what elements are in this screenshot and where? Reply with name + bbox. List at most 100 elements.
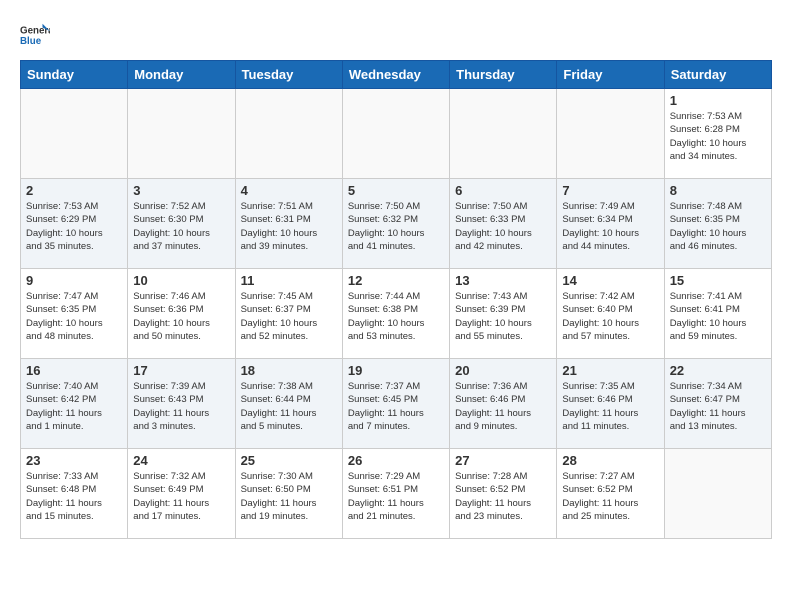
day-info: Sunrise: 7:52 AM Sunset: 6:30 PM Dayligh… — [133, 200, 229, 253]
calendar-cell: 5 Sunrise: 7:50 AM Sunset: 6:32 PM Daylig… — [342, 179, 449, 269]
day-info: Sunrise: 7:46 AM Sunset: 6:36 PM Dayligh… — [133, 290, 229, 343]
calendar-cell: 23 Sunrise: 7:33 AM Sunset: 6:48 PM Dayli… — [21, 449, 128, 539]
day-number: 6 — [455, 183, 551, 198]
day-info: Sunrise: 7:45 AM Sunset: 6:37 PM Dayligh… — [241, 290, 337, 343]
calendar-cell — [450, 89, 557, 179]
weekday-header-sunday: Sunday — [21, 61, 128, 89]
calendar-cell: 26Sunrise: 7:29 AM Sunset: 6:51 PM Dayli… — [342, 449, 449, 539]
calendar-cell: 17 Sunrise: 7:39 AM Sunset: 6:43 PM Dayli… — [128, 359, 235, 449]
calendar-cell: 11Sunrise: 7:45 AM Sunset: 6:37 PM Dayli… — [235, 269, 342, 359]
day-info: Sunrise: 7:37 AM Sunset: 6:45 PM Dayligh… — [348, 380, 444, 433]
day-number: 9 — [26, 273, 122, 288]
calendar-cell: 12 Sunrise: 7:44 AM Sunset: 6:38 PM Dayli… — [342, 269, 449, 359]
calendar-cell: 20 Sunrise: 7:36 AM Sunset: 6:46 PM Dayli… — [450, 359, 557, 449]
day-number: 25 — [241, 453, 337, 468]
day-info: Sunrise: 7:30 AM Sunset: 6:50 PM Dayligh… — [241, 470, 337, 523]
week-row-4: 16 Sunrise: 7:40 AM Sunset: 6:42 PM Dayli… — [21, 359, 772, 449]
weekday-header-wednesday: Wednesday — [342, 61, 449, 89]
calendar-cell: 14Sunrise: 7:42 AM Sunset: 6:40 PM Dayli… — [557, 269, 664, 359]
day-info: Sunrise: 7:49 AM Sunset: 6:34 PM Dayligh… — [562, 200, 658, 253]
day-number: 21 — [562, 363, 658, 378]
calendar-cell: 16 Sunrise: 7:40 AM Sunset: 6:42 PM Dayli… — [21, 359, 128, 449]
calendar-cell: 6 Sunrise: 7:50 AM Sunset: 6:33 PM Daylig… — [450, 179, 557, 269]
calendar-cell: 3 Sunrise: 7:52 AM Sunset: 6:30 PM Daylig… — [128, 179, 235, 269]
day-number: 23 — [26, 453, 122, 468]
day-number: 3 — [133, 183, 229, 198]
svg-text:Blue: Blue — [20, 36, 42, 47]
weekday-header-tuesday: Tuesday — [235, 61, 342, 89]
calendar-cell: 10Sunrise: 7:46 AM Sunset: 6:36 PM Dayli… — [128, 269, 235, 359]
calendar-cell: 18 Sunrise: 7:38 AM Sunset: 6:44 PM Dayli… — [235, 359, 342, 449]
calendar-cell — [664, 449, 771, 539]
day-info: Sunrise: 7:40 AM Sunset: 6:42 PM Dayligh… — [26, 380, 122, 433]
day-info: Sunrise: 7:51 AM Sunset: 6:31 PM Dayligh… — [241, 200, 337, 253]
weekday-header-thursday: Thursday — [450, 61, 557, 89]
day-number: 15 — [670, 273, 766, 288]
day-info: Sunrise: 7:39 AM Sunset: 6:43 PM Dayligh… — [133, 380, 229, 433]
day-info: Sunrise: 7:44 AM Sunset: 6:38 PM Dayligh… — [348, 290, 444, 343]
week-row-1: 1Sunrise: 7:53 AM Sunset: 6:28 PM Daylig… — [21, 89, 772, 179]
calendar-cell: 25 Sunrise: 7:30 AM Sunset: 6:50 PM Dayli… — [235, 449, 342, 539]
calendar-cell — [235, 89, 342, 179]
calendar-cell: 4Sunrise: 7:51 AM Sunset: 6:31 PM Daylig… — [235, 179, 342, 269]
day-info: Sunrise: 7:41 AM Sunset: 6:41 PM Dayligh… — [670, 290, 766, 343]
calendar-cell: 13 Sunrise: 7:43 AM Sunset: 6:39 PM Dayli… — [450, 269, 557, 359]
day-number: 8 — [670, 183, 766, 198]
day-info: Sunrise: 7:38 AM Sunset: 6:44 PM Dayligh… — [241, 380, 337, 433]
calendar-cell: 8 Sunrise: 7:48 AM Sunset: 6:35 PM Daylig… — [664, 179, 771, 269]
logo: General Blue — [20, 20, 50, 50]
day-info: Sunrise: 7:53 AM Sunset: 6:29 PM Dayligh… — [26, 200, 122, 253]
calendar-cell: 9 Sunrise: 7:47 AM Sunset: 6:35 PM Daylig… — [21, 269, 128, 359]
day-info: Sunrise: 7:53 AM Sunset: 6:28 PM Dayligh… — [670, 110, 766, 163]
day-info: Sunrise: 7:48 AM Sunset: 6:35 PM Dayligh… — [670, 200, 766, 253]
day-number: 12 — [348, 273, 444, 288]
day-number: 7 — [562, 183, 658, 198]
calendar-cell: 22 Sunrise: 7:34 AM Sunset: 6:47 PM Dayli… — [664, 359, 771, 449]
week-row-2: 2 Sunrise: 7:53 AM Sunset: 6:29 PM Daylig… — [21, 179, 772, 269]
day-info: Sunrise: 7:34 AM Sunset: 6:47 PM Dayligh… — [670, 380, 766, 433]
day-info: Sunrise: 7:43 AM Sunset: 6:39 PM Dayligh… — [455, 290, 551, 343]
day-number: 22 — [670, 363, 766, 378]
day-number: 14 — [562, 273, 658, 288]
page-header: General Blue — [20, 20, 772, 50]
calendar-cell — [21, 89, 128, 179]
calendar-cell: 1Sunrise: 7:53 AM Sunset: 6:28 PM Daylig… — [664, 89, 771, 179]
day-number: 17 — [133, 363, 229, 378]
day-number: 20 — [455, 363, 551, 378]
calendar-cell: 2 Sunrise: 7:53 AM Sunset: 6:29 PM Daylig… — [21, 179, 128, 269]
day-info: Sunrise: 7:36 AM Sunset: 6:46 PM Dayligh… — [455, 380, 551, 433]
day-number: 27 — [455, 453, 551, 468]
day-number: 13 — [455, 273, 551, 288]
calendar-cell: 19 Sunrise: 7:37 AM Sunset: 6:45 PM Dayli… — [342, 359, 449, 449]
calendar-cell: 24 Sunrise: 7:32 AM Sunset: 6:49 PM Dayli… — [128, 449, 235, 539]
day-number: 19 — [348, 363, 444, 378]
day-info: Sunrise: 7:27 AM Sunset: 6:52 PM Dayligh… — [562, 470, 658, 523]
day-info: Sunrise: 7:32 AM Sunset: 6:49 PM Dayligh… — [133, 470, 229, 523]
calendar-cell — [342, 89, 449, 179]
calendar-cell: 15 Sunrise: 7:41 AM Sunset: 6:41 PM Dayli… — [664, 269, 771, 359]
weekday-header-monday: Monday — [128, 61, 235, 89]
weekday-header-saturday: Saturday — [664, 61, 771, 89]
weekday-header-friday: Friday — [557, 61, 664, 89]
day-info: Sunrise: 7:50 AM Sunset: 6:33 PM Dayligh… — [455, 200, 551, 253]
calendar-cell: 21Sunrise: 7:35 AM Sunset: 6:46 PM Dayli… — [557, 359, 664, 449]
weekday-header-row: SundayMondayTuesdayWednesdayThursdayFrid… — [21, 61, 772, 89]
day-info: Sunrise: 7:29 AM Sunset: 6:51 PM Dayligh… — [348, 470, 444, 523]
day-number: 16 — [26, 363, 122, 378]
day-info: Sunrise: 7:50 AM Sunset: 6:32 PM Dayligh… — [348, 200, 444, 253]
day-number: 5 — [348, 183, 444, 198]
logo-icon: General Blue — [20, 20, 50, 50]
calendar-cell — [128, 89, 235, 179]
day-number: 2 — [26, 183, 122, 198]
calendar-cell: 7 Sunrise: 7:49 AM Sunset: 6:34 PM Daylig… — [557, 179, 664, 269]
day-number: 28 — [562, 453, 658, 468]
calendar-cell: 28 Sunrise: 7:27 AM Sunset: 6:52 PM Dayli… — [557, 449, 664, 539]
day-info: Sunrise: 7:47 AM Sunset: 6:35 PM Dayligh… — [26, 290, 122, 343]
day-info: Sunrise: 7:33 AM Sunset: 6:48 PM Dayligh… — [26, 470, 122, 523]
week-row-3: 9 Sunrise: 7:47 AM Sunset: 6:35 PM Daylig… — [21, 269, 772, 359]
calendar-cell — [557, 89, 664, 179]
day-number: 24 — [133, 453, 229, 468]
day-info: Sunrise: 7:28 AM Sunset: 6:52 PM Dayligh… — [455, 470, 551, 523]
calendar-cell: 27 Sunrise: 7:28 AM Sunset: 6:52 PM Dayli… — [450, 449, 557, 539]
day-number: 18 — [241, 363, 337, 378]
